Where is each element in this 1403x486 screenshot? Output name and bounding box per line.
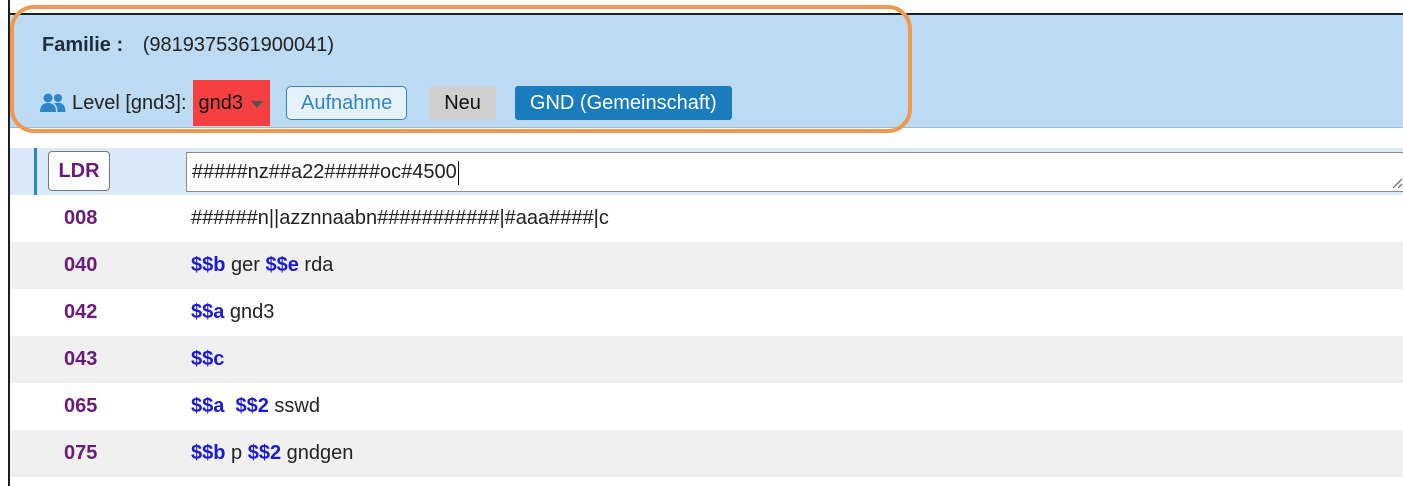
record-title: Familie : (9819375361900041) [42,34,334,57]
field-row-008[interactable]: 008 ######n||azznnaabn###########|#aaa##… [10,195,1403,242]
neu-button[interactable]: Neu [429,86,496,120]
field-tag: 065 [64,395,98,417]
subfield-text: sswd [268,395,320,417]
record-type-label: Familie : [42,34,124,56]
subfield-code: $$a [191,395,225,417]
subfield-code: $$2 [235,395,269,417]
field-tag: 042 [64,301,98,323]
field-value: ######n||azznnaabn###########|#aaa####|c [191,207,609,229]
field-row-043[interactable]: 043 $$c [10,336,1403,383]
field-row-065[interactable]: 065 $$a $$2 sswd [10,383,1403,430]
subfield-code: $$b [191,254,226,276]
field-tag: 040 [64,254,98,276]
resize-handle-icon[interactable] [1391,177,1403,189]
marc-field-list: LDR #####nz##a22#####oc#4500 008 ######n… [10,148,1403,477]
header-divider [10,127,1403,128]
field-tag: 075 [64,442,98,464]
field-value: $$a gnd3 [191,289,274,336]
subfield-code: $$e [265,254,299,276]
level-dropdown-value: gnd3 [198,91,244,114]
subfield-code: $$2 [247,442,282,464]
field-row-075[interactable]: 075 $$b p $$2 gndgen [10,430,1403,477]
subfield-text [224,395,235,417]
subfield-text: rda [298,254,334,276]
subfield-text: ger [225,254,266,276]
text-cursor [457,160,459,185]
field-value: $$b p $$2 gndgen [191,430,353,477]
subfield-code: $$b [191,442,226,464]
field-tag: 008 [64,207,98,229]
subfield-code: $$a [191,301,225,323]
field-tag: 043 [64,348,98,370]
ldr-value-input[interactable]: #####nz##a22#####oc#4500 [186,152,1403,192]
level-dropdown[interactable]: gnd3 [192,80,271,126]
gnd-gemeinschaft-button[interactable]: GND (Gemeinschaft) [514,86,732,120]
ldr-tag-button[interactable]: LDR [48,151,110,191]
level-toolbar: Level [gnd3]: gnd3 Aufnahme Neu GND (Gem… [40,80,732,126]
chevron-down-icon [251,100,264,108]
selection-indicator [34,148,37,195]
aufnahme-button[interactable]: Aufnahme [286,86,408,120]
subfield-text: gndgen [281,442,354,464]
subfield-text: p [225,442,248,464]
record-id: (9819375361900041) [142,34,334,56]
field-value: $$a $$2 sswd [191,383,320,430]
field-value: $$c [191,336,224,383]
subfield-text: gnd3 [224,301,275,323]
level-label: Level [gnd3]: [72,91,187,114]
field-row-040[interactable]: 040 $$b ger $$e rda [10,242,1403,289]
field-value: $$b ger $$e rda [191,242,333,289]
field-row-042[interactable]: 042 $$a gnd3 [10,289,1403,336]
ldr-value-text: #####nz##a22#####oc#4500 [192,161,457,183]
field-row-ldr[interactable]: LDR #####nz##a22#####oc#4500 [10,148,1403,195]
users-icon [40,93,66,112]
subfield-code: $$c [191,348,225,370]
